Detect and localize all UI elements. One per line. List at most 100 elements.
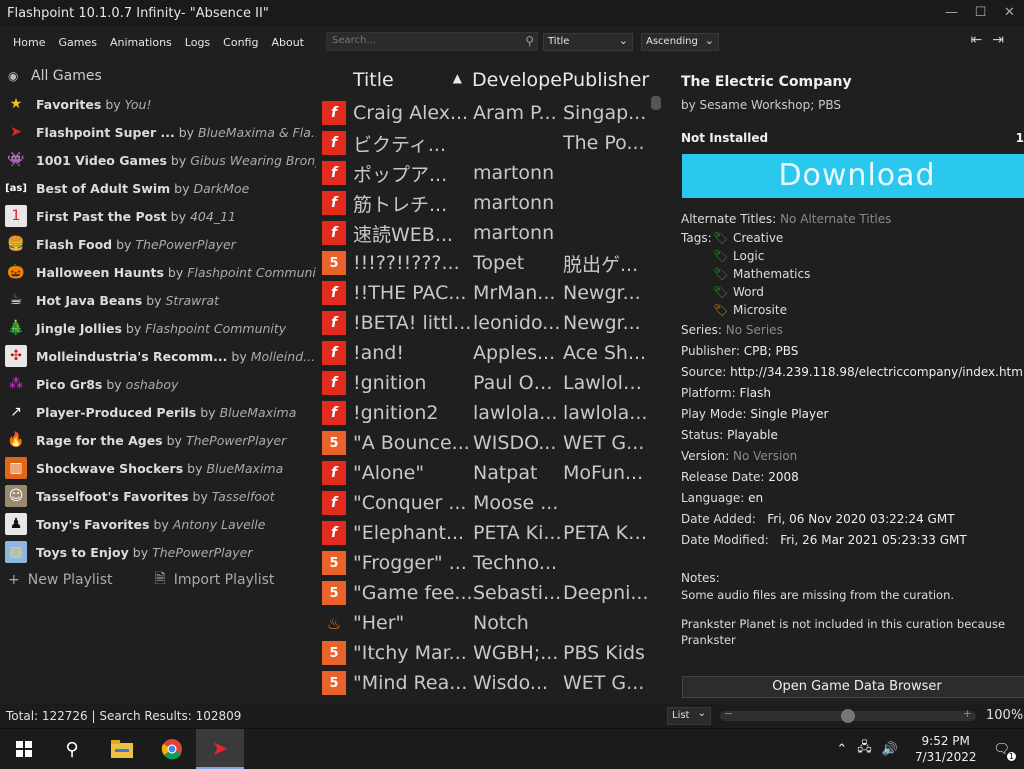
playlist-item[interactable]: ↗ Player-Produced Perils by BlueMaxima: [0, 398, 316, 426]
collapse-right-icon[interactable]: ⇥: [992, 32, 1014, 48]
playlist-author-name: BlueMaxima & Fla...: [198, 124, 316, 140]
file-explorer-button[interactable]: [98, 729, 146, 769]
game-row[interactable]: f ポップア... martonn: [320, 158, 664, 188]
notification-center-button[interactable]: 🗨 1: [993, 742, 1016, 761]
game-row[interactable]: ♨ "Her" Notch: [320, 608, 664, 638]
playlist-item[interactable]: 1 First Past the Post by 404_11: [0, 202, 316, 230]
playlist-item[interactable]: 🎄 Jingle Jollies by Flashpoint Community: [0, 314, 316, 342]
playlist-item[interactable]: ♟ Tony's Favorites by Antony Lavelle: [0, 510, 316, 538]
game-row[interactable]: f !BETA! littl... leonido... Newgr...: [320, 308, 664, 338]
game-title-cell: Craig Alex...: [353, 102, 469, 124]
tag-label[interactable]: Mathematics: [733, 267, 810, 281]
playlist-item[interactable]: 🎃 Halloween Haunts by Flashpoint Community: [0, 258, 316, 286]
playlist-item[interactable]: ✣ Molleindustria's Recomm... by Molleind..…: [0, 342, 316, 370]
windows-start-button[interactable]: [0, 729, 48, 769]
sidebar-toggle-buttons[interactable]: ⇤⇥: [971, 32, 1014, 48]
open-game-data-browser-button[interactable]: Open Game Data Browser: [682, 676, 1024, 698]
playlist-name: Tasselfoot's Favorites: [36, 488, 189, 504]
field-value: Fri, 26 Mar 2021 05:23:33 GMT: [780, 533, 967, 547]
close-button[interactable]: ✕: [995, 0, 1024, 26]
notification-count: 1: [1006, 751, 1016, 761]
playlist-item[interactable]: ⁂ Pico Gr8s by oshaboy: [0, 370, 316, 398]
playlist-item[interactable]: 👾 1001 Video Games by Gibus Wearing Brony: [0, 146, 316, 174]
chevron-up-icon[interactable]: ⌃: [836, 742, 847, 757]
flashpoint-taskbar-button[interactable]: ➤: [196, 729, 244, 769]
game-row[interactable]: 5 "Mind Rea... Wisdo... WET G...: [320, 668, 664, 698]
tag-label[interactable]: Creative: [733, 231, 783, 245]
pumpkin-icon: 🎃: [5, 261, 27, 283]
playlist-item[interactable]: ★ Favorites by You!: [0, 90, 316, 118]
search-taskbar-button[interactable]: ⚲: [48, 729, 96, 769]
playlist-author: by Flashpoint Community: [125, 320, 287, 336]
tag-label[interactable]: Microsite: [733, 303, 787, 317]
game-row[interactable]: f "Alone" Natpat MoFun...: [320, 458, 664, 488]
game-row[interactable]: 5 "A Bounce... WISDO... WET G...: [320, 428, 664, 458]
chrome-button[interactable]: [148, 729, 196, 769]
game-row[interactable]: f !and! Apples... Ace Sh...: [320, 338, 664, 368]
import-playlist-button[interactable]: Import Playlist: [174, 572, 275, 588]
column-developer[interactable]: Develope: [472, 69, 562, 91]
menu-config[interactable]: Config: [223, 36, 258, 49]
collapse-left-icon[interactable]: ⇤: [971, 32, 993, 48]
column-title[interactable]: Title ▲: [320, 69, 472, 91]
playlist-item[interactable]: ☺ Tasselfoot's Favorites by Tasselfoot: [0, 482, 316, 510]
new-playlist-button[interactable]: New Playlist: [28, 572, 113, 588]
playlist-item[interactable]: 🍔 Flash Food by ThePowerPlayer: [0, 230, 316, 258]
all-games-item[interactable]: ◉ All Games: [0, 62, 316, 90]
playlist-item[interactable]: ▥ Shockwave Shockers by BlueMaxima: [0, 454, 316, 482]
tag-icon: 🏷: [713, 285, 729, 299]
menu-about[interactable]: About: [271, 36, 304, 49]
menu-animations[interactable]: Animations: [110, 36, 172, 49]
search-input[interactable]: Search... ⚲: [326, 32, 538, 51]
maximize-button[interactable]: ☐: [966, 0, 995, 26]
tag-label[interactable]: Logic: [733, 249, 764, 263]
playlist-item[interactable]: ➤ Flashpoint Super ... by BlueMaxima & Fla…: [0, 118, 316, 146]
zoom-slider-handle[interactable]: [841, 709, 855, 723]
game-row[interactable]: f ビクティ... The Po...: [320, 128, 664, 158]
game-list-scrollbar[interactable]: [651, 96, 661, 110]
game-row[interactable]: f !gnition Paul Oa... Lawlola...: [320, 368, 664, 398]
zoom-percentage: 100%: [986, 708, 1024, 723]
playlist-item[interactable]: 🔥 Rage for the Ages by ThePowerPlayer: [0, 426, 316, 454]
menu-logs[interactable]: Logs: [185, 36, 210, 49]
clock[interactable]: 9:52 PM 7/31/2022: [915, 733, 977, 765]
download-button[interactable]: Download: [682, 154, 1024, 198]
playlist-item[interactable]: ☕ Hot Java Beans by Strawrat: [0, 286, 316, 314]
playlist-item[interactable]: ▧ Toys to Enjoy by ThePowerPlayer: [0, 538, 316, 566]
flash-platform-icon: f: [322, 461, 346, 485]
game-title-cell: !!THE PAC...: [353, 282, 467, 304]
search-icon[interactable]: ⚲: [525, 34, 534, 48]
playlist-item[interactable]: [as] Best of Adult Swim by DarkMoe: [0, 174, 316, 202]
playlist-author-name: 404_11: [189, 208, 236, 224]
field-label: Source:: [681, 365, 727, 379]
menu-home[interactable]: Home: [13, 36, 45, 49]
flash-platform-icon: f: [322, 521, 346, 545]
pixel-grid-icon: ⁂: [5, 373, 27, 395]
game-row[interactable]: f !gnition2 lawlola... lawlola...: [320, 398, 664, 428]
zoom-slider[interactable]: − +: [720, 707, 976, 723]
column-publisher[interactable]: Publisher: [562, 69, 652, 91]
tag-label[interactable]: Word: [733, 285, 764, 299]
view-mode-select[interactable]: List ⌄: [667, 707, 711, 725]
field-label: Publisher:: [681, 344, 740, 358]
playlist-name: Favorites: [36, 96, 102, 112]
volume-icon[interactable]: 🔊: [882, 742, 898, 757]
game-row[interactable]: 5!!!??!!???... Topet 脱出ゲ...: [320, 248, 664, 278]
sort-order-select[interactable]: Ascending ⌄: [641, 33, 719, 51]
game-row[interactable]: 5 "Itchy Mar... WGBH;... PBS Kids: [320, 638, 664, 668]
menu-games[interactable]: Games: [58, 36, 96, 49]
game-row[interactable]: 5 "Game fee... Sebasti... Deepni...: [320, 578, 664, 608]
sort-field-select[interactable]: Title ⌄: [543, 33, 633, 51]
game-row[interactable]: f 速読WEB... martonn: [320, 218, 664, 248]
minimize-button[interactable]: —: [937, 0, 966, 26]
game-row[interactable]: f 筋トレチ... martonn: [320, 188, 664, 218]
game-row[interactable]: 5 "Frogger" ... Techno...: [320, 548, 664, 578]
game-row[interactable]: f "Elephant... PETA Ki... PETA Ki...: [320, 518, 664, 548]
game-row[interactable]: f !!THE PAC... MrMan... Newgr...: [320, 278, 664, 308]
game-row[interactable]: f Craig Alex... Aram P... Singap...: [320, 98, 664, 128]
field-label: Version:: [681, 449, 730, 463]
game-row[interactable]: f "Conquer ... Moose ...: [320, 488, 664, 518]
playlist-name: Pico Gr8s: [36, 376, 103, 392]
network-icon[interactable]: 🖧: [857, 738, 872, 760]
field-label: Release Date:: [681, 470, 765, 484]
